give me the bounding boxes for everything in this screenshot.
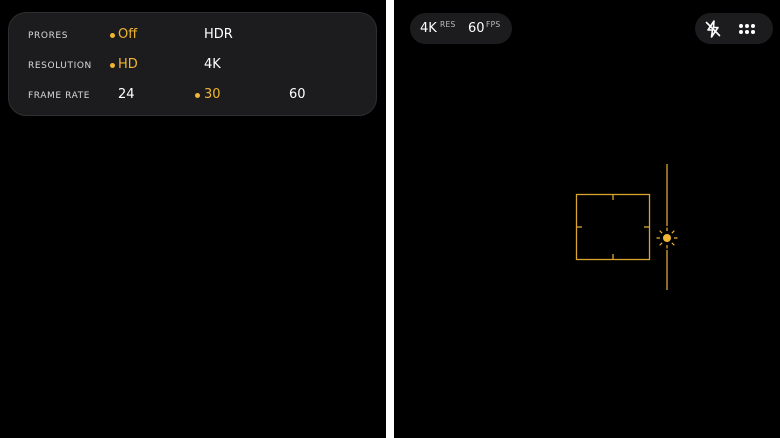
- resolution-label: RESOLUTION: [28, 61, 92, 71]
- prores-selected-dot: [110, 33, 115, 38]
- prores-label: PRORES: [28, 31, 69, 41]
- fps-unit: FPS: [486, 20, 501, 29]
- flash-off-icon[interactable]: [701, 17, 725, 41]
- resolution-selected-dot: [110, 63, 115, 68]
- frame-rate-option-30[interactable]: 30: [204, 87, 221, 102]
- resolution-value: 4K: [420, 21, 437, 36]
- sun-exposure-icon: [656, 227, 678, 249]
- camera-viewfinder-screen[interactable]: 4K RES 60 FPS: [394, 0, 780, 438]
- resolution-option-hd[interactable]: HD: [118, 57, 138, 72]
- video-settings-screen: PRORES Off HDR RESOLUTION HD 4K FRAME RA…: [0, 0, 386, 438]
- frame-rate-selected-dot: [195, 93, 200, 98]
- format-status-pill[interactable]: 4K RES 60 FPS: [410, 13, 512, 44]
- frame-rate-label: FRAME RATE: [28, 91, 91, 101]
- frame-rate-option-60[interactable]: 60: [289, 87, 306, 102]
- resolution-option-4k[interactable]: 4K: [204, 57, 221, 72]
- more-grid-icon[interactable]: [735, 17, 759, 41]
- fps-value: 60: [468, 21, 485, 36]
- prores-option-off[interactable]: Off: [118, 27, 137, 42]
- resolution-unit: RES: [440, 20, 456, 29]
- frame-rate-option-24[interactable]: 24: [118, 87, 135, 102]
- focus-exposure-overlay[interactable]: [572, 160, 682, 295]
- prores-option-hdr[interactable]: HDR: [204, 27, 233, 42]
- focus-box: [575, 193, 651, 261]
- controls-pill: [695, 13, 773, 44]
- video-settings-panel: PRORES Off HDR RESOLUTION HD 4K FRAME RA…: [8, 12, 377, 116]
